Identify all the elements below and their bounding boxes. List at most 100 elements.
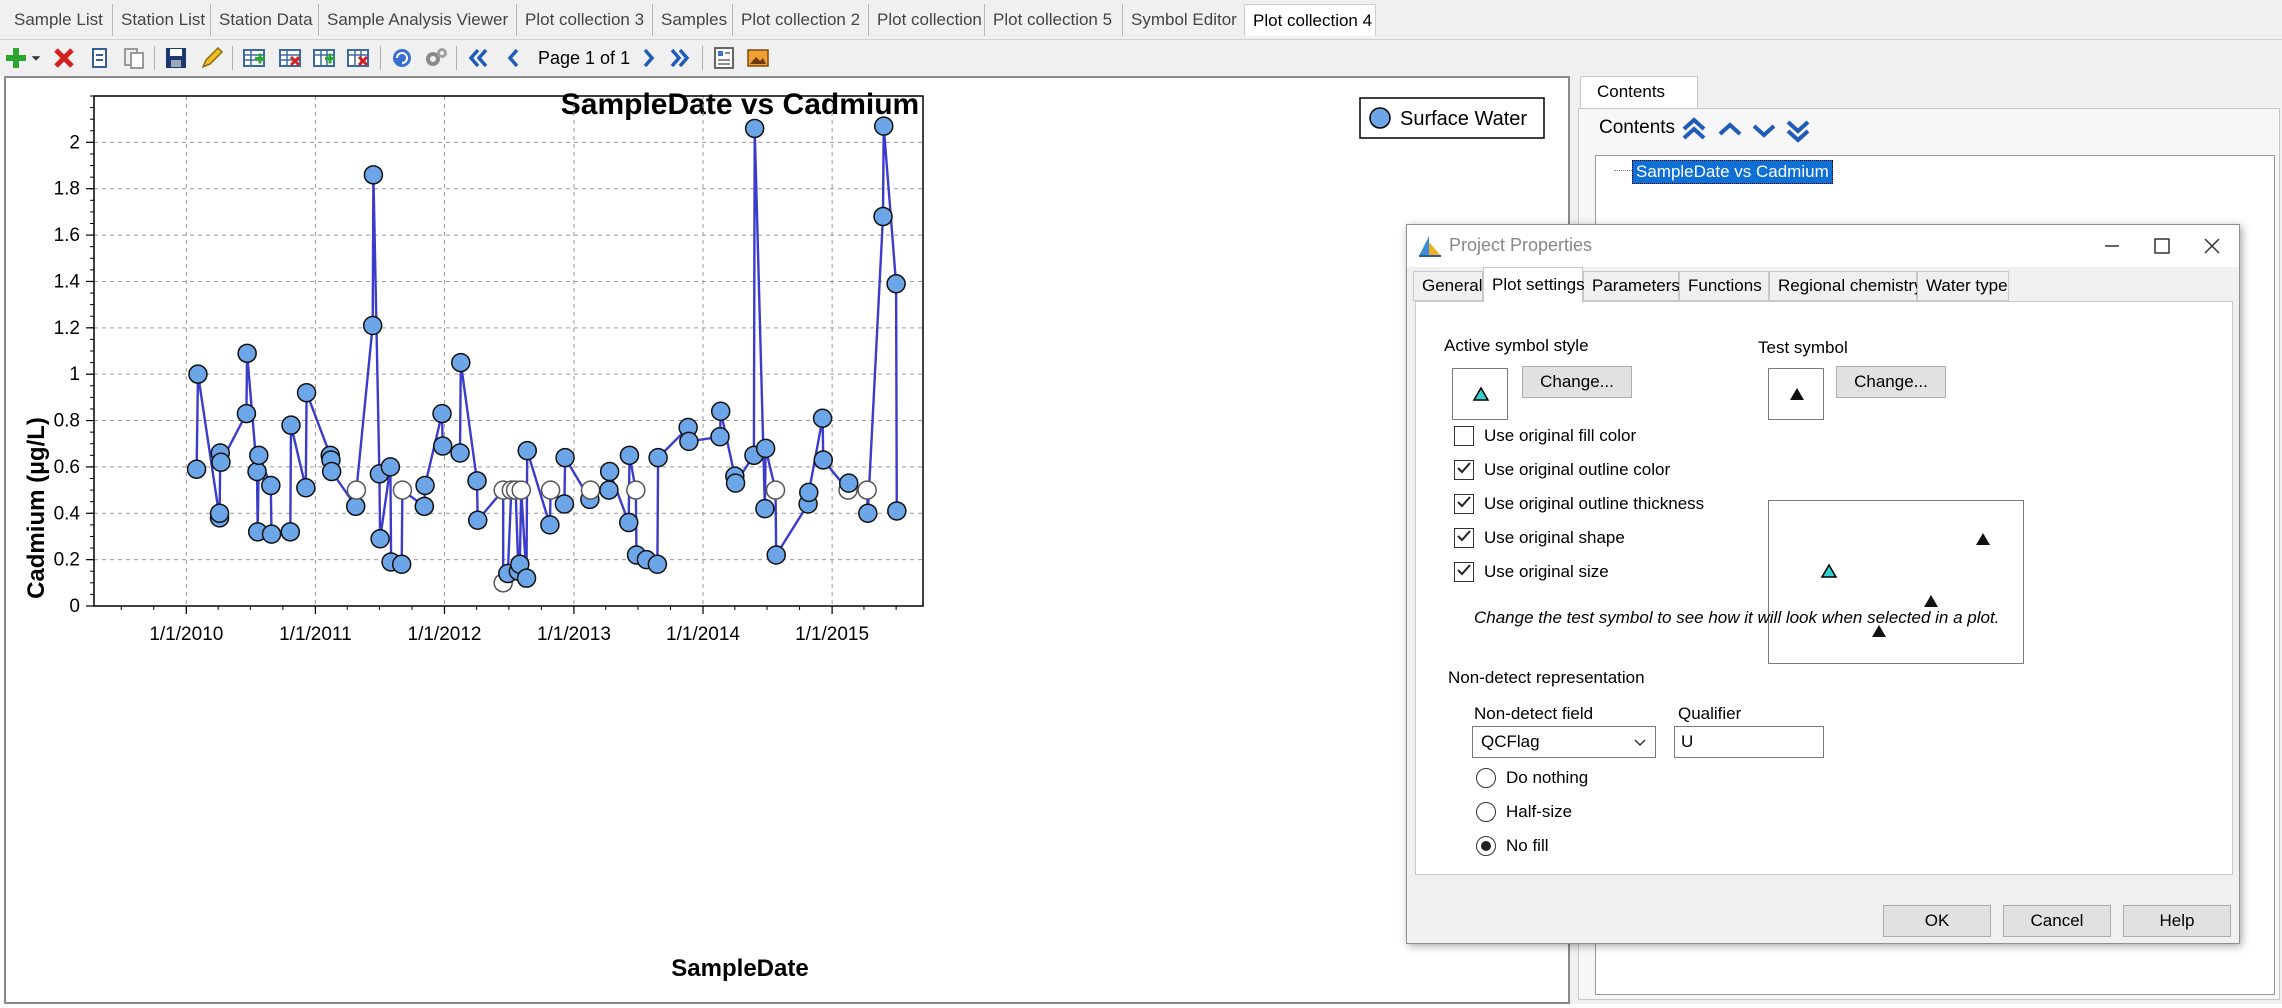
- data-point[interactable]: [391, 554, 412, 575]
- chevron-down-icon[interactable]: [28, 44, 44, 72]
- change-active-symbol-button[interactable]: Change...: [1522, 366, 1632, 398]
- data-point[interactable]: [362, 315, 383, 336]
- data-point-nondetect[interactable]: [857, 480, 877, 500]
- data-point[interactable]: [858, 503, 878, 524]
- save-icon[interactable]: [162, 44, 190, 72]
- previous-page-icon[interactable]: [500, 44, 528, 72]
- data-point[interactable]: [599, 461, 620, 482]
- data-point-nondetect[interactable]: [511, 480, 531, 500]
- dialog-tab-general[interactable]: General: [1413, 271, 1483, 301]
- data-point[interactable]: [838, 473, 859, 493]
- data-point-nondetect[interactable]: [392, 480, 413, 500]
- data-point[interactable]: [188, 364, 208, 384]
- data-point[interactable]: [648, 447, 668, 468]
- data-point[interactable]: [247, 461, 267, 482]
- data-point[interactable]: [296, 478, 316, 498]
- tab-plot-collection-5[interactable]: Plot collection 5: [984, 4, 1124, 36]
- data-point[interactable]: [249, 445, 269, 466]
- data-point[interactable]: [345, 496, 366, 517]
- dialog-tab-plot-settings[interactable]: Plot settings: [1483, 267, 1585, 303]
- dialog-tab-parameters[interactable]: Parameters: [1583, 271, 1680, 301]
- help-button[interactable]: Help: [2123, 905, 2231, 937]
- data-point[interactable]: [618, 512, 639, 533]
- data-point[interactable]: [296, 382, 317, 403]
- data-point[interactable]: [540, 515, 560, 535]
- data-point[interactable]: [432, 403, 452, 424]
- data-point[interactable]: [813, 450, 834, 470]
- dialog-titlebar[interactable]: Project Properties: [1407, 225, 2239, 267]
- data-point[interactable]: [467, 510, 488, 530]
- data-point[interactable]: [812, 408, 833, 428]
- data-point[interactable]: [209, 503, 230, 524]
- tab-plot-collection-4[interactable]: Plot collection 4: [1244, 4, 1376, 36]
- move-up-icon[interactable]: [1715, 115, 1745, 145]
- data-point[interactable]: [261, 475, 281, 496]
- tab-sample-list[interactable]: Sample List: [6, 4, 108, 36]
- data-point[interactable]: [236, 403, 257, 424]
- data-point[interactable]: [237, 343, 257, 364]
- data-point[interactable]: [755, 498, 775, 519]
- data-point[interactable]: [873, 206, 893, 227]
- next-page-icon[interactable]: [634, 44, 662, 72]
- data-point-nondetect[interactable]: [626, 480, 646, 500]
- data-point[interactable]: [281, 415, 301, 435]
- data-point[interactable]: [679, 431, 699, 452]
- data-point[interactable]: [886, 274, 906, 294]
- data-point[interactable]: [887, 501, 907, 521]
- paste-icon[interactable]: [120, 44, 148, 72]
- data-point[interactable]: [380, 457, 401, 477]
- data-point[interactable]: [555, 447, 575, 468]
- checkbox-outline-color[interactable]: [1454, 460, 1474, 480]
- last-page-icon[interactable]: [666, 44, 694, 72]
- data-point[interactable]: [599, 480, 619, 500]
- tree-item-plot[interactable]: SampleDate vs Cadmium: [1632, 160, 1833, 184]
- tab-station-list[interactable]: Station List: [112, 4, 208, 36]
- refresh-icon[interactable]: [388, 44, 416, 72]
- data-point[interactable]: [363, 165, 384, 185]
- data-point[interactable]: [647, 554, 668, 575]
- chart-legend[interactable]: Surface Water: [1359, 97, 1545, 139]
- dialog-tab-regional-chemistry[interactable]: Regional chemistry: [1769, 271, 1923, 301]
- data-point-nondetect[interactable]: [765, 480, 786, 500]
- tab-plot-collection[interactable]: Plot collection: [868, 4, 982, 36]
- data-point-nondetect[interactable]: [580, 480, 601, 500]
- data-point[interactable]: [186, 459, 207, 479]
- add-row-icon[interactable]: [240, 44, 268, 72]
- checkbox-size[interactable]: [1454, 562, 1474, 582]
- data-point-nondetect[interactable]: [540, 480, 561, 500]
- data-point[interactable]: [451, 352, 471, 373]
- checkbox-fill-color[interactable]: [1454, 426, 1474, 446]
- checkbox-outline-thickness[interactable]: [1454, 494, 1474, 514]
- tab-symbol-editor[interactable]: Symbol Editor: [1122, 4, 1246, 36]
- data-point[interactable]: [415, 475, 435, 496]
- radio-no-fill[interactable]: [1476, 836, 1496, 856]
- tab-plot-collection-3[interactable]: Plot collection 3: [516, 4, 654, 36]
- dialog-tab-water-type[interactable]: Water type: [1917, 271, 2009, 301]
- tab-samples[interactable]: Samples: [652, 4, 730, 36]
- data-point[interactable]: [321, 461, 342, 482]
- image-icon[interactable]: [744, 44, 772, 72]
- add-column-icon[interactable]: [310, 44, 338, 72]
- nondetect-field-select[interactable]: QCFlag: [1472, 726, 1656, 758]
- radio-half-size[interactable]: [1476, 802, 1496, 822]
- move-bottom-icon[interactable]: [1783, 115, 1813, 145]
- move-down-icon[interactable]: [1749, 115, 1779, 145]
- edit-icon[interactable]: [198, 44, 226, 72]
- data-point[interactable]: [211, 452, 231, 473]
- minimize-button[interactable]: [2087, 231, 2137, 261]
- data-point[interactable]: [766, 545, 786, 565]
- radio-do-nothing[interactable]: [1476, 768, 1496, 788]
- data-point[interactable]: [744, 118, 765, 139]
- delete-column-icon[interactable]: [344, 44, 372, 72]
- maximize-button[interactable]: [2137, 231, 2187, 261]
- delete-icon[interactable]: [50, 44, 78, 72]
- add-icon[interactable]: [2, 44, 30, 72]
- data-point[interactable]: [261, 524, 282, 544]
- data-point[interactable]: [432, 436, 453, 456]
- cancel-button[interactable]: Cancel: [2003, 905, 2111, 937]
- data-point-nondetect[interactable]: [346, 480, 367, 500]
- close-button[interactable]: [2187, 231, 2237, 261]
- dialog-tab-functions[interactable]: Functions: [1679, 271, 1769, 301]
- data-point[interactable]: [710, 427, 730, 447]
- tab-contents[interactable]: Contents: [1580, 76, 1698, 108]
